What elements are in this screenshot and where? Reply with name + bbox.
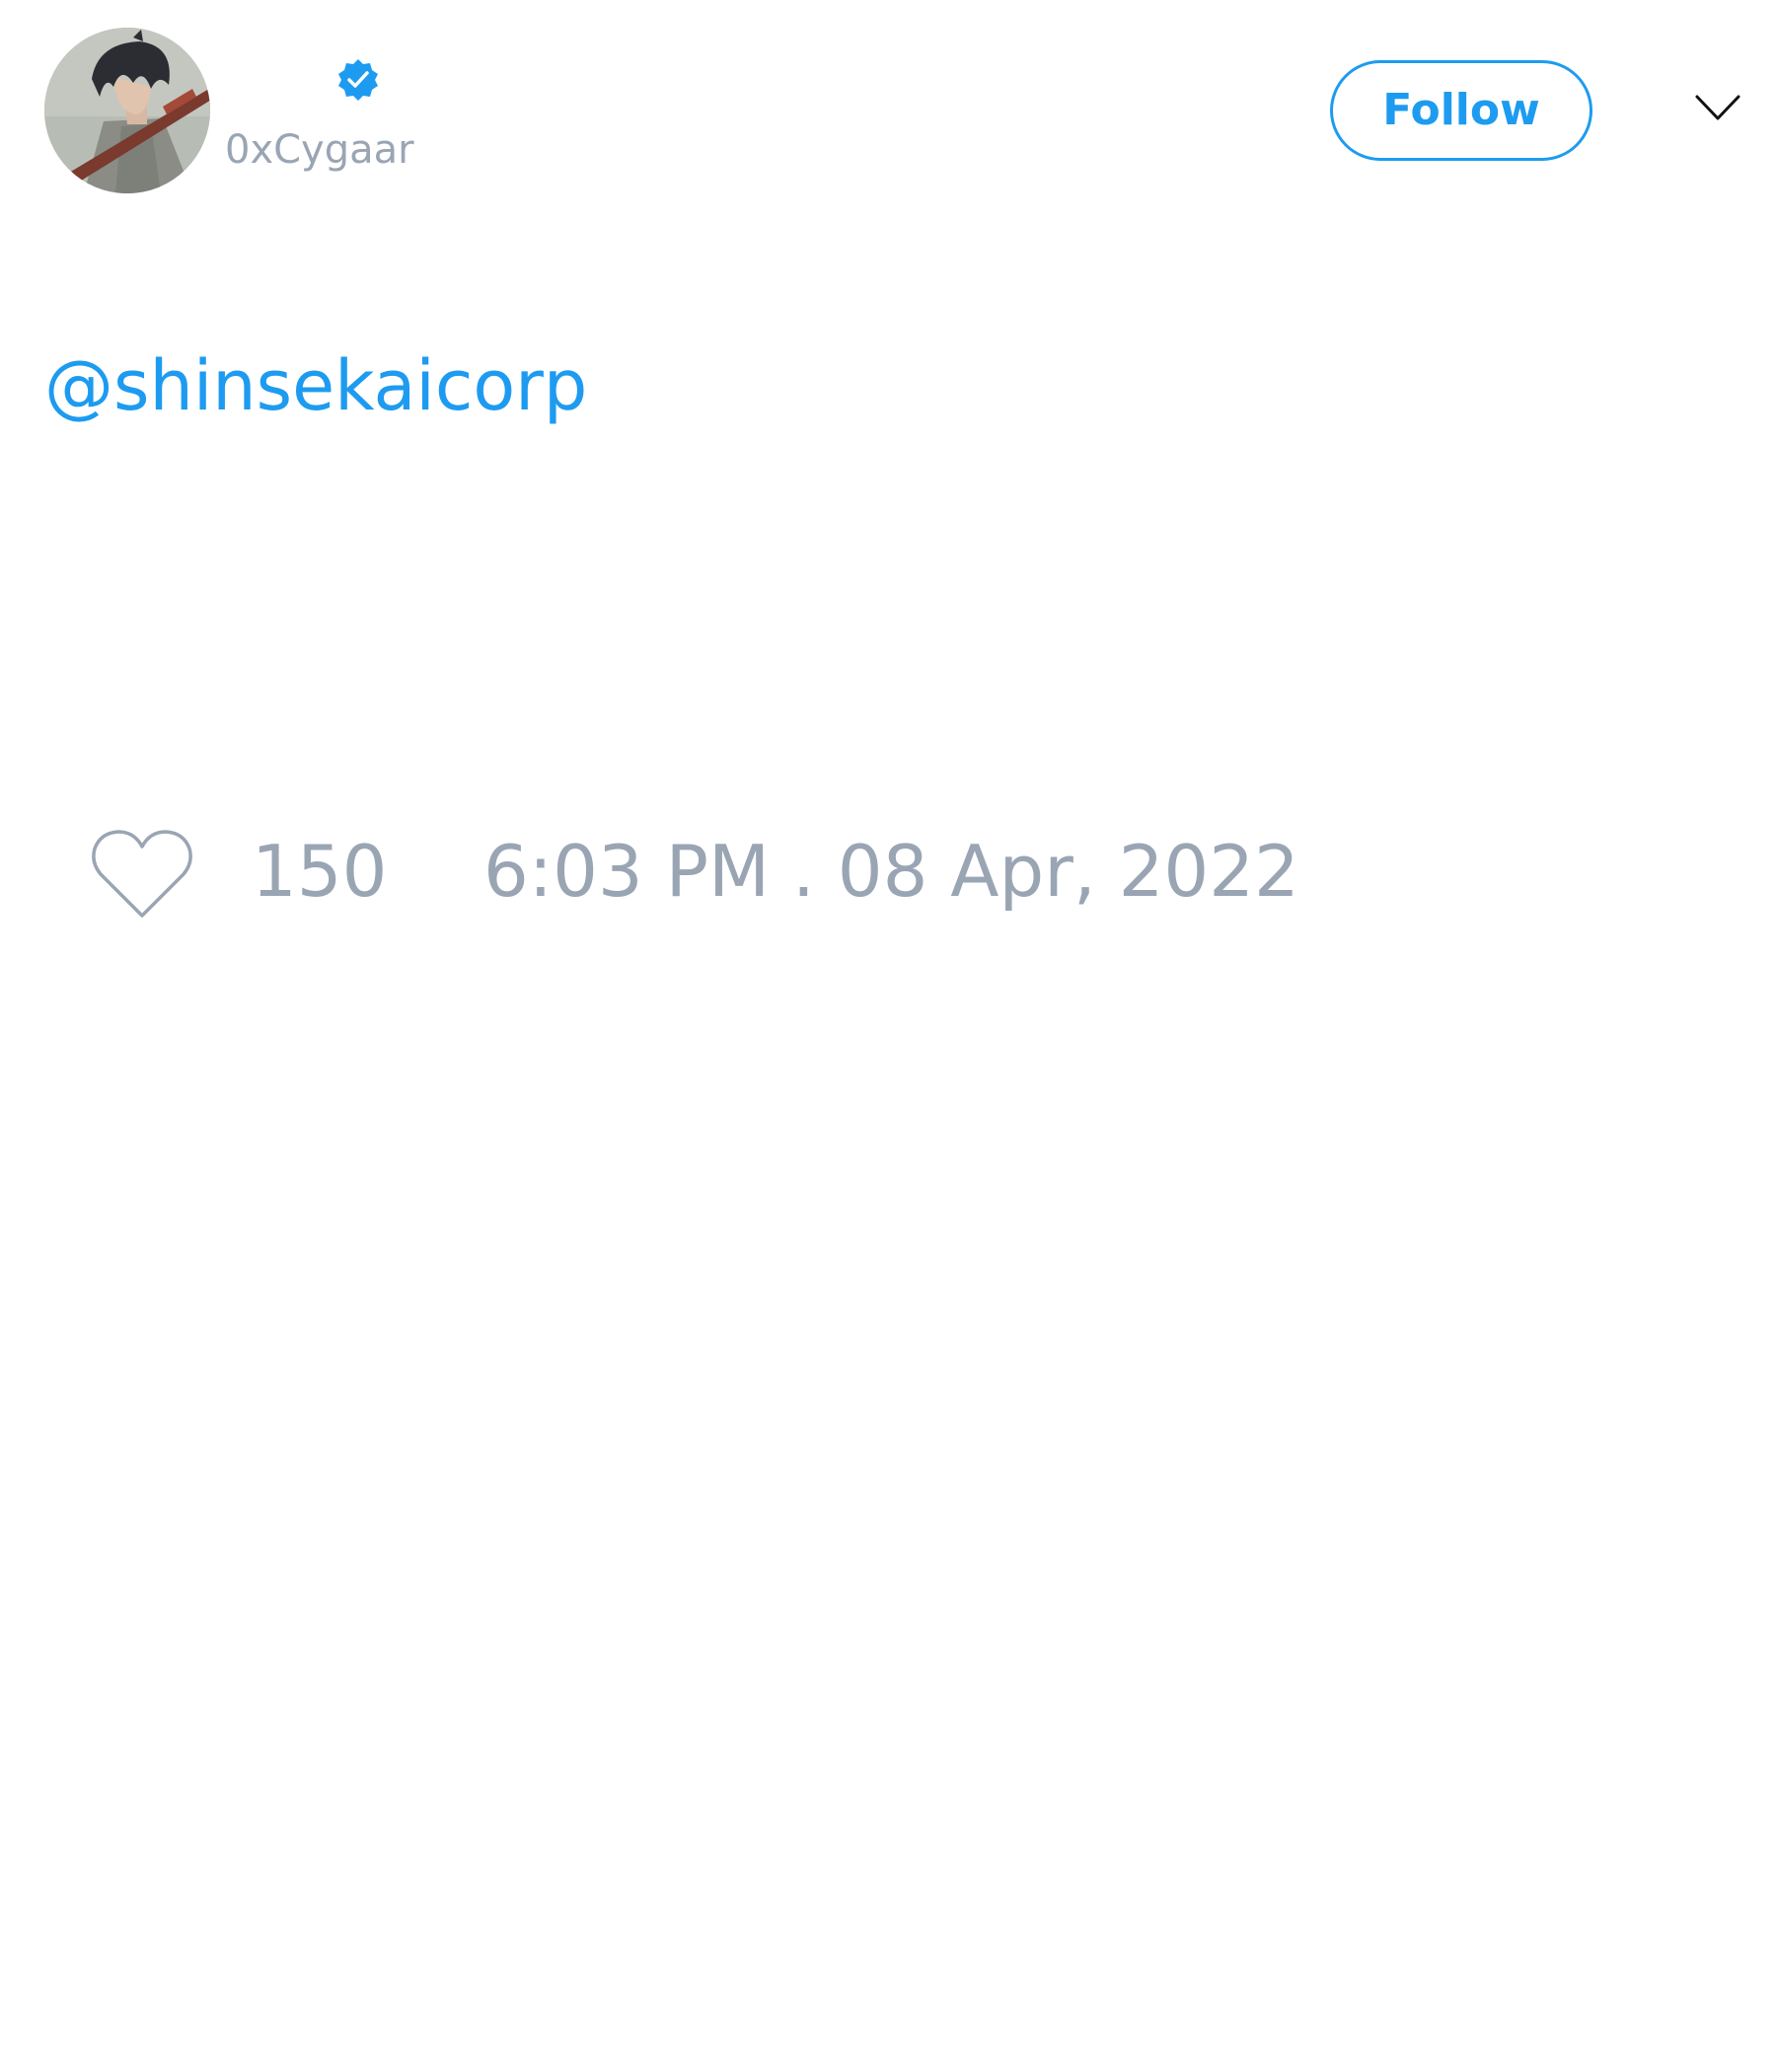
verified-badge-icon [335, 57, 381, 103]
chevron-down-icon[interactable] [1693, 89, 1742, 124]
heart-icon[interactable] [89, 827, 195, 922]
follow-button[interactable]: Follow [1330, 60, 1592, 161]
tweet-stats: 150 6:03 PM . 08 Apr, 2022 [89, 819, 1470, 927]
mention-link[interactable]: @shinsekaicorp [44, 345, 587, 426]
avatar-image [44, 28, 210, 193]
tweet-timestamp[interactable]: 6:03 PM . 08 Apr, 2022 [483, 829, 1299, 914]
like-count: 150 [252, 830, 388, 913]
author-handle[interactable]: 0xCygaar [225, 126, 414, 174]
avatar[interactable] [44, 28, 210, 193]
